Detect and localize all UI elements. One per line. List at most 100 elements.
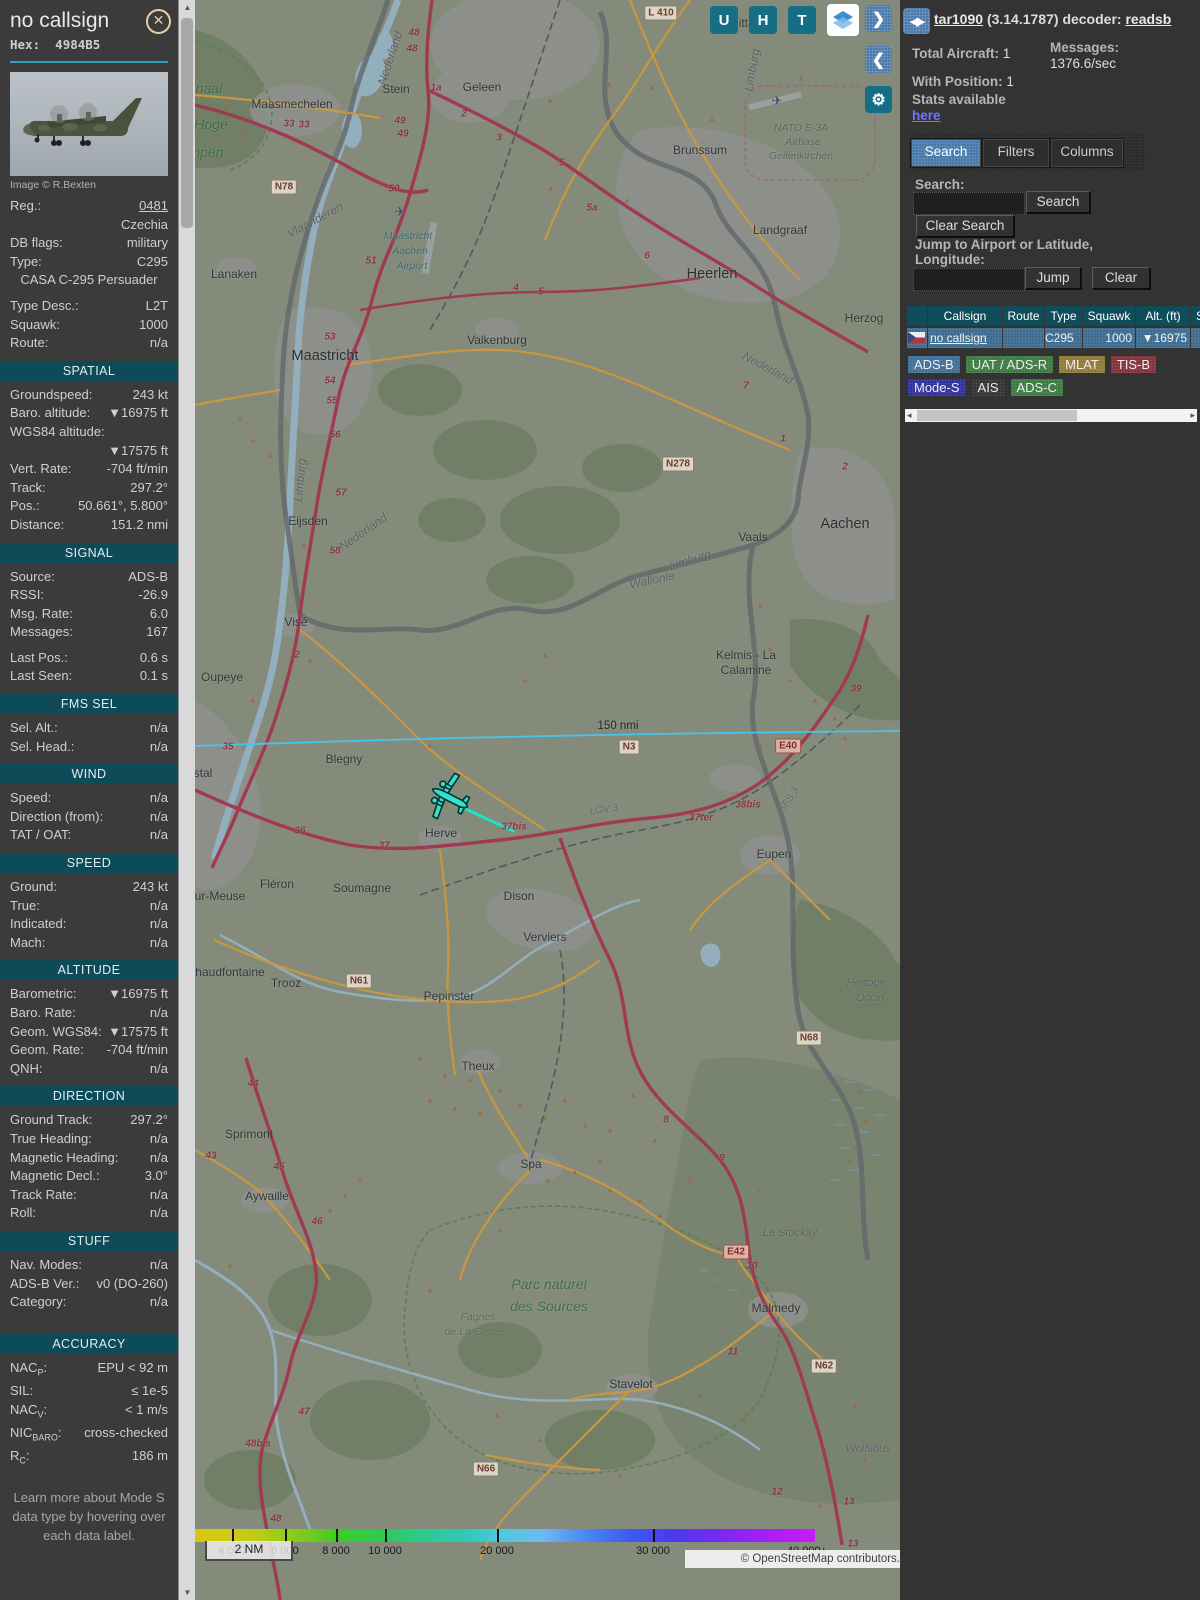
data-row: Ground Track: 297.2° <box>10 1112 168 1128</box>
data-row: Groundspeed: 243 kt <box>10 386 168 402</box>
table-cell[interactable] <box>1191 328 1200 348</box>
total-aircraft: Total Aircraft: 1 <box>912 46 1011 61</box>
osm-attribution[interactable]: © OpenStreetMap contributors. <box>685 1550 900 1568</box>
data-row: Speed: n/a <box>10 790 168 806</box>
data-row: Geom. Rate: -704 ft/min <box>10 1042 168 1058</box>
section-header-fms-sel: FMS SEL <box>0 694 178 715</box>
scroll-left-icon[interactable]: ◂ <box>907 409 912 422</box>
table-cell[interactable] <box>1003 328 1044 348</box>
altitude-tick-label: 8 000 <box>322 1545 350 1557</box>
jump-button[interactable]: Jump <box>1025 267 1081 289</box>
data-row: Last Seen: 0.1 s <box>10 668 168 684</box>
map-button-t[interactable]: T <box>788 6 816 34</box>
section-header-signal: SIGNAL <box>0 542 178 563</box>
source-legend-row2: Mode-S AIS ADS-C <box>908 379 1069 397</box>
altitude-tick <box>385 1529 387 1542</box>
table-cell[interactable]: C295 <box>1045 328 1082 348</box>
data-row: Vert. Rate: -704 ft/min <box>10 461 168 477</box>
map-button-u[interactable]: U <box>710 6 738 34</box>
legend-badge-tisb[interactable]: TIS-B <box>1110 356 1157 373</box>
registration-link[interactable]: 0481 <box>45 197 168 216</box>
altitude-tick-label: 20 000 <box>480 1545 514 1557</box>
sidebar-sections: Reg.: 0481 Czechia DB flags: military Type: C2… <box>0 197 178 1470</box>
legend-badge-uat[interactable]: UAT / ADS-R <box>965 356 1054 373</box>
readsb-link[interactable]: readsb <box>1125 11 1171 27</box>
tab-columns[interactable]: Columns <box>1050 138 1124 168</box>
table-header-Route[interactable]: Route <box>1003 306 1044 326</box>
data-row: QNH: n/a <box>10 1060 168 1076</box>
table-callsign-link[interactable]: no callsign <box>928 328 1002 348</box>
stats-here-link[interactable]: here <box>912 108 941 123</box>
jump-label-line2: Longitude: <box>915 252 985 267</box>
altitude-tick <box>653 1529 655 1542</box>
panel-show-icon[interactable]: ❯ <box>865 5 892 32</box>
table-header-Squawk[interactable]: Squawk <box>1083 306 1135 326</box>
data-row: Czechia <box>121 216 168 232</box>
tar1090-link[interactable]: tar1090 <box>934 11 983 27</box>
section-header-altitude: ALTITUDE <box>0 960 178 981</box>
legend-badge-adsb[interactable]: ADS-B <box>908 356 960 373</box>
legend-badge-adsc[interactable]: ADS-C <box>1010 379 1063 396</box>
source-legend-row1: ADS-B UAT / ADS-R MLAT TIS-B <box>908 356 1162 374</box>
table-cell[interactable]: ▼16975 <box>1136 328 1190 348</box>
data-row: Msg. Rate: 6.0 <box>10 605 168 621</box>
data-row: Type: C295 <box>10 253 168 269</box>
data-row: Ground: 243 kt <box>10 879 168 895</box>
table-header-flag[interactable] <box>907 306 927 326</box>
map[interactable]: Sittard Stein Geleen Maasmechelen Brunssum La… <box>195 0 900 1600</box>
data-row: RSSI: -26.9 <box>10 587 168 603</box>
map-canvas[interactable] <box>195 0 900 1600</box>
table-header-Type[interactable]: Type <box>1045 306 1082 326</box>
layers-button[interactable] <box>827 4 859 36</box>
legend-badge-ais[interactable]: AIS <box>971 379 1005 396</box>
panel-toggle-icon[interactable]: ◀▶ <box>903 8 930 34</box>
sidebar-scrollbar[interactable]: ▲ ▼ <box>178 0 196 1600</box>
data-row: Squawk: 1000 <box>10 316 168 332</box>
callsign-title: no callsign <box>10 9 110 32</box>
data-row: NACP: EPU < 92 m <box>10 1359 168 1378</box>
aircraft-photo[interactable] <box>10 72 168 176</box>
jump-label-line1: Jump to Airport or Latitude, <box>915 237 1093 252</box>
map-button-h[interactable]: H <box>749 6 777 34</box>
data-row: Track: 297.2° <box>10 479 168 495</box>
table-header-Callsign[interactable]: Callsign <box>928 306 1002 326</box>
data-row: Category: n/a <box>10 1294 168 1310</box>
scroll-right-icon[interactable]: ▸ <box>1190 409 1195 422</box>
panel-hide-icon[interactable]: ❮ <box>865 46 892 73</box>
data-row: RC: 186 m <box>10 1447 168 1466</box>
scrollbar-thumb[interactable] <box>181 18 193 228</box>
jump-input[interactable] <box>913 268 1025 291</box>
scroll-up-icon[interactable]: ▲ <box>179 3 196 12</box>
scroll-down-icon[interactable]: ▼ <box>179 1588 196 1597</box>
table-header-Alt. (ft)[interactable]: Alt. (ft) <box>1136 306 1190 326</box>
jump-clear-button[interactable]: Clear <box>1092 267 1150 289</box>
data-row: CASA C-295 Persuader <box>20 272 158 288</box>
search-button[interactable]: Search <box>1026 191 1090 213</box>
tab-filters[interactable]: Filters <box>982 138 1050 168</box>
search-input[interactable] <box>913 192 1025 215</box>
section-header-speed: SPEED <box>0 853 178 874</box>
tab-search[interactable]: Search <box>910 138 982 168</box>
tar1090-app: no callsign ✕ Hex: 4984B5 Image © R.Bext… <box>0 0 1200 1600</box>
data-row: Magnetic Decl.: 3.0° <box>10 1168 168 1184</box>
data-row: DB flags: military <box>10 235 168 251</box>
table-header-S[interactable]: S <box>1191 306 1200 326</box>
altitude-tick-label: 30 000 <box>636 1545 670 1557</box>
app-title: tar1090 (3.14.1787) decoder: readsb <box>934 11 1172 27</box>
legend-badge-modes[interactable]: Mode-S <box>908 379 966 396</box>
table-horizontal-scrollbar[interactable]: ◂ ▸ <box>905 409 1197 422</box>
gear-icon[interactable]: ⚙ <box>865 86 892 113</box>
clear-search-button[interactable]: Clear Search <box>916 215 1014 237</box>
data-row: Sel. Head.: n/a <box>10 738 168 754</box>
data-row: Nav. Modes: n/a <box>10 1256 168 1272</box>
data-row: TAT / OAT: n/a <box>10 827 168 843</box>
hscroll-thumb[interactable] <box>917 410 1077 421</box>
layers-icon <box>833 11 853 29</box>
close-icon[interactable]: ✕ <box>146 9 171 34</box>
czechia-flag-icon[interactable] <box>907 328 927 348</box>
table-cell[interactable]: 1000 <box>1083 328 1135 348</box>
info-panel: ◀▶ tar1090 (3.14.1787) decoder: readsb T… <box>900 0 1200 1600</box>
legend-badge-mlat[interactable]: MLAT <box>1059 356 1105 373</box>
data-row: Geom. WGS84: ▼17575 ft <box>10 1023 168 1039</box>
data-row: Barometric: ▼16975 ft <box>10 986 168 1002</box>
